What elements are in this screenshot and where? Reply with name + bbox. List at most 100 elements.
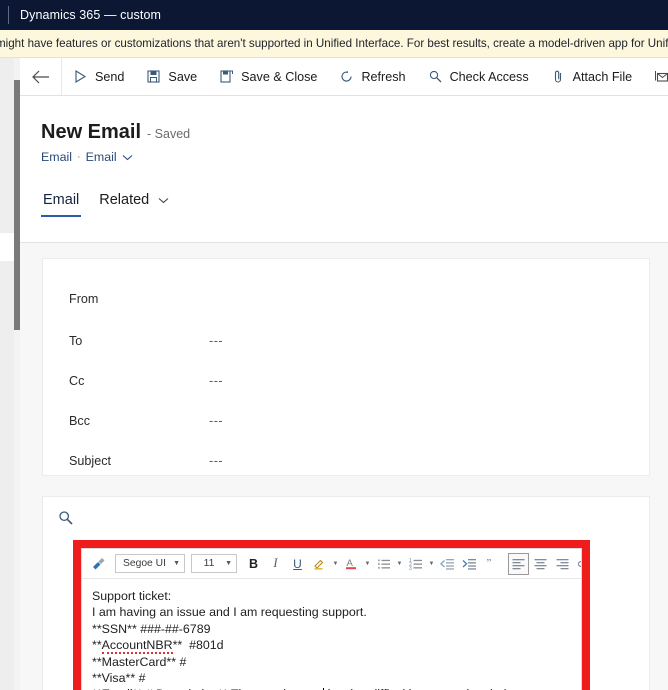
unified-interface-warning-banner: might have features or customizations th… (0, 30, 668, 58)
back-button[interactable] (20, 58, 62, 95)
warning-banner-text: might have features or customizations th… (0, 37, 668, 50)
refresh-label: Refresh (361, 69, 406, 84)
font-family-value: Segoe UI (123, 558, 166, 569)
numbered-list-button[interactable]: 1 2 3 (405, 553, 426, 575)
save-and-close-button[interactable]: Save & Close (208, 58, 328, 95)
chevron-down-icon[interactable]: ▼ (363, 553, 372, 575)
breadcrumb-entity[interactable]: Email (41, 150, 72, 164)
magnifier-icon[interactable] (58, 510, 74, 526)
field-row[interactable]: Subject --- (69, 451, 631, 471)
bulleted-list-button[interactable] (373, 553, 394, 575)
tab-email[interactable]: Email (41, 188, 82, 217)
chevron-down-icon[interactable]: ▼ (331, 553, 340, 575)
window-title: Dynamics 365 — custom (20, 8, 162, 22)
attach-file-button[interactable]: Attach File (540, 58, 644, 95)
send-button[interactable]: Send (62, 58, 135, 95)
email-fields-card: From To --- Cc --- Bcc --- Subject --- (42, 258, 650, 476)
editor-line-with-caret: **Email** # Description** The user is ex… (92, 686, 571, 690)
field-row[interactable]: To --- (69, 331, 631, 351)
highlight-annotation-box: Segoe UI ▼ 11 ▼ B I U ▼ A ▼ ▼ 1 2 3 ▼ ” … (73, 540, 590, 690)
back-arrow-icon (32, 70, 49, 83)
tab-email-label: Email (43, 192, 80, 208)
underline-button[interactable]: U (287, 553, 308, 575)
insert-template-button[interactable]: Insert Template (643, 58, 668, 95)
save-icon (146, 69, 161, 84)
editor-line-suffix: ** #801d (172, 638, 224, 653)
align-right-button[interactable] (552, 553, 573, 575)
editor-body[interactable]: Support ticket: I am having an issue and… (82, 580, 581, 690)
subject-value[interactable]: --- (209, 454, 223, 468)
field-row[interactable]: Cc --- (69, 371, 631, 391)
editor-line: **SSN** ###-##-6789 (92, 621, 211, 636)
check-access-icon (428, 69, 443, 84)
font-family-select[interactable]: Segoe UI ▼ (115, 554, 185, 573)
editor-line: **Visa** # (92, 671, 146, 686)
cc-value[interactable]: --- (209, 374, 223, 388)
check-access-button[interactable]: Check Access (417, 58, 540, 95)
insert-link-button[interactable] (574, 553, 581, 575)
to-label: To (69, 334, 83, 348)
left-rail (0, 58, 14, 690)
page-title: New Email - Saved (41, 121, 190, 144)
save-and-close-label: Save & Close (241, 69, 318, 84)
field-row[interactable]: Bcc --- (69, 411, 631, 431)
from-label: From (69, 292, 99, 306)
chevron-down-icon[interactable] (122, 150, 133, 164)
misspelled-word: AccountNBR (101, 638, 173, 655)
blockquote-button[interactable]: ” (481, 553, 502, 575)
editor-line: **MasterCard** # (92, 654, 187, 669)
paperclip-icon (551, 69, 566, 84)
decrease-indent-button[interactable] (437, 553, 458, 575)
title-accent-divider (8, 6, 9, 24)
save-label: Save (168, 69, 198, 84)
bcc-value[interactable]: --- (209, 414, 223, 428)
bold-button[interactable]: B (243, 553, 264, 575)
editor-line-prefix: ** (92, 638, 102, 653)
breadcrumb-form[interactable]: Email (86, 150, 117, 164)
send-icon (73, 69, 88, 84)
chevron-down-icon: ▼ (225, 560, 232, 567)
align-center-button[interactable] (530, 553, 551, 575)
chevron-down-icon (158, 192, 169, 208)
italic-button[interactable]: I (265, 553, 286, 575)
font-color-button[interactable]: A (341, 553, 362, 575)
font-size-select[interactable]: 11 ▼ (191, 554, 237, 573)
editor-line: Support ticket: (92, 589, 172, 603)
editor-line-misspelled: **AccountNBR** #801d (92, 637, 571, 655)
field-row[interactable]: From (69, 289, 631, 309)
record-header: New Email - Saved Email · Email Email Re… (20, 96, 668, 243)
highlight-color-button[interactable] (309, 553, 330, 575)
save-button[interactable]: Save (135, 58, 208, 95)
breadcrumb: Email · Email (41, 150, 133, 164)
cc-label: Cc (69, 374, 85, 388)
description-section: Segoe UI ▼ 11 ▼ B I U ▼ A ▼ ▼ 1 2 3 ▼ ” … (42, 496, 650, 690)
tab-related[interactable]: Related (97, 188, 171, 217)
left-rail-gap (0, 233, 14, 261)
font-size-value: 11 (203, 558, 215, 569)
refresh-icon (339, 69, 354, 84)
form-body: From To --- Cc --- Bcc --- Subject --- S… (20, 243, 668, 690)
chevron-down-icon: ▼ (173, 560, 180, 567)
record-save-status: - Saved (147, 127, 191, 141)
save-and-close-icon (219, 69, 234, 84)
chevron-down-icon[interactable]: ▼ (427, 553, 436, 575)
chevron-down-icon[interactable]: ▼ (395, 553, 404, 575)
form-tabs: Email Related (41, 188, 171, 217)
editor-toolbar: Segoe UI ▼ 11 ▼ B I U ▼ A ▼ ▼ 1 2 3 ▼ ” (82, 549, 581, 579)
bcc-label: Bcc (69, 414, 90, 428)
to-value[interactable]: --- (209, 334, 223, 348)
editor-line: I am having an issue and I am requesting… (92, 605, 367, 620)
align-left-button[interactable] (508, 552, 529, 575)
increase-indent-button[interactable] (459, 553, 480, 575)
command-bar: Send Save Save & Close Refresh Check Acc… (20, 58, 668, 96)
window-title-bar: Dynamics 365 — custom (0, 0, 668, 30)
insert-template-icon (654, 69, 668, 84)
breadcrumb-separator: · (76, 151, 81, 163)
refresh-button[interactable]: Refresh (328, 58, 416, 95)
attach-file-label: Attach File (572, 69, 633, 84)
tab-related-label: Related (99, 192, 150, 208)
subject-label: Subject (69, 454, 112, 468)
format-painter-icon[interactable] (88, 553, 109, 575)
check-access-label: Check Access (449, 69, 529, 84)
svg-text:”: ” (486, 557, 491, 569)
